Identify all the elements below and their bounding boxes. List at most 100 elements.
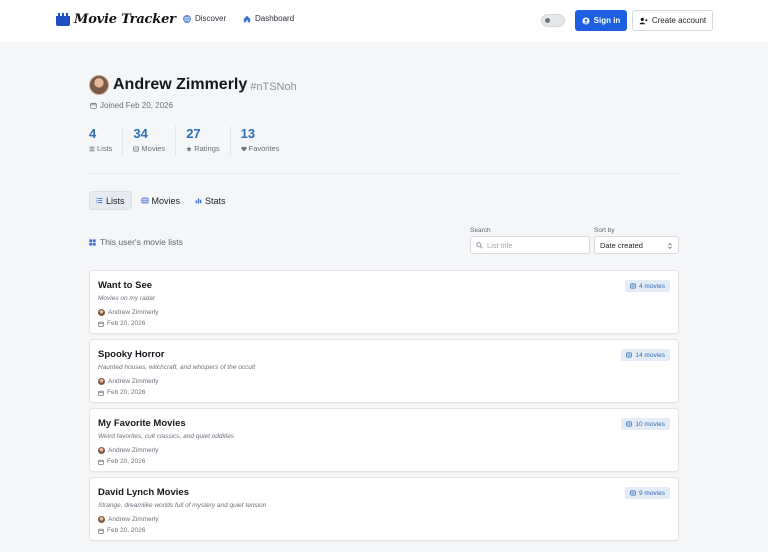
grid-icon [89,238,96,246]
list-card[interactable]: David Lynch Movies Strange, dreamlike wo… [89,477,679,541]
list-owner-name: Andrew Zimmerly [108,516,159,523]
movie-count-badge: 4 movies [624,280,670,292]
stat-lists[interactable]: 4 Lists [89,126,124,156]
search-field[interactable] [470,236,590,254]
stat-value: 34 [133,126,148,141]
list-date: Feb 20, 2026 [98,527,145,534]
sign-in-button[interactable]: Sign in [575,10,627,31]
movie-count-badge: 9 movies [624,487,670,499]
tab-stats[interactable]: Stats [189,191,232,210]
list-icon [89,146,95,151]
list-date-text: Feb 20, 2026 [107,527,146,534]
sort-label: Sort by [594,227,615,234]
search-icon [476,241,483,249]
nav-dashboard-label: Dashboard [255,14,295,23]
tab-label: Stats [205,195,226,206]
avatar [98,447,105,454]
create-account-button[interactable]: Create account [632,10,713,31]
list-owner: Andrew Zimmerly [98,309,159,316]
clapperboard-icon [56,13,70,26]
avatar [98,378,105,385]
stat-label: Lists [97,144,113,153]
movie-count: 9 movies [638,489,665,497]
profile-header: Andrew Zimmerly #nTSNoh [89,75,297,95]
avatar [89,75,109,95]
list-description: Strange, dreamlike worlds full of myster… [98,502,267,509]
nav-discover-label: Discover [195,14,227,23]
film-icon [626,352,633,358]
tab-label: Lists [106,195,125,206]
profile-name: Andrew Zimmerly [113,76,248,93]
list-description: Movies on my radar [98,295,156,302]
stat-value: 27 [186,126,201,141]
stat-favorites[interactable]: 13 Favorites [241,126,290,156]
movie-count-badge: 14 movies [621,349,670,361]
stat-label: Movies [141,144,166,153]
stat-label: Favorites [248,144,280,153]
stat-value: 13 [240,126,256,141]
list-title[interactable]: Want to See [98,280,152,291]
brand-link[interactable]: Movie Tracker [56,12,176,27]
calendar-icon [90,102,97,109]
movie-count: 10 movies [635,420,665,428]
section-title-text: This user's movie lists [100,237,183,247]
sort-value: Date created [600,240,643,250]
sort-select[interactable]: Date created [594,236,679,254]
nav-discover-link[interactable]: Discover [183,14,226,23]
movie-count: 4 movies [638,282,665,290]
tab-movies[interactable]: Movies [135,191,187,210]
list-icon [96,197,103,204]
list-card[interactable]: Spooky Horror Haunted houses, witchcraft… [89,339,679,403]
joined-date: Joined Feb 20, 2026 [90,101,173,110]
calendar-icon [98,321,104,327]
list-title[interactable]: My Favorite Movies [98,418,186,429]
user-plus-icon [639,17,648,24]
calendar-icon [98,390,104,396]
movie-count: 14 movies [635,351,665,359]
film-icon [133,146,140,151]
list-date-text: Feb 20, 2026 [107,320,146,327]
sign-in-label: Sign in [593,16,621,25]
tab-label: Movies [151,195,181,206]
list-owner: Andrew Zimmerly [98,378,159,385]
top-navigation-bar: Movie Tracker Discover Dashboard Sign in… [0,0,768,42]
list-owner-name: Andrew Zimmerly [108,447,159,454]
list-title[interactable]: David Lynch Movies [98,487,189,498]
list-card[interactable]: Want to See Movies on my radar Andrew Zi… [89,270,679,334]
profile-tabs: Lists Movies Stats [89,191,235,210]
theme-toggle[interactable] [541,14,565,27]
film-icon [140,197,149,204]
list-description: Weird favorites, cult classics, and quie… [98,433,235,440]
stat-ratings[interactable]: 27 Ratings [186,126,231,156]
star-icon [186,145,192,151]
list-date: Feb 20, 2026 [98,389,145,396]
stat-value: 4 [89,126,97,141]
globe-icon [183,14,191,23]
stat-movies[interactable]: 34 Movies [133,126,177,156]
list-date-text: Feb 20, 2026 [107,389,146,396]
nav-dashboard-link[interactable]: Dashboard [243,14,294,23]
tab-lists[interactable]: Lists [89,191,132,210]
divider [89,173,680,174]
brand-name: Movie Tracker [74,12,176,27]
chevron-updown-icon [668,243,672,249]
profile-handle: #nTSNoh [250,80,297,93]
avatar [98,516,105,523]
search-input[interactable] [487,240,587,250]
profile-stats: 4 Lists 34 Movies 27 Ratings 13 Favorite… [89,126,299,156]
avatar [98,309,105,316]
create-account-label: Create account [651,16,707,25]
list-card[interactable]: My Favorite Movies Weird favorites, cult… [89,408,679,472]
list-date: Feb 20, 2026 [98,458,145,465]
list-owner-name: Andrew Zimmerly [108,378,159,385]
list-owner: Andrew Zimmerly [98,516,159,523]
list-owner: Andrew Zimmerly [98,447,159,454]
list-description: Haunted houses, witchcraft, and whispers… [98,364,256,371]
list-owner-name: Andrew Zimmerly [108,309,159,316]
calendar-icon [98,459,104,465]
film-icon [630,490,636,496]
list-date: Feb 20, 2026 [98,320,145,327]
list-title[interactable]: Spooky Horror [98,349,165,360]
bar-chart-icon [195,198,202,204]
home-icon [243,15,251,22]
